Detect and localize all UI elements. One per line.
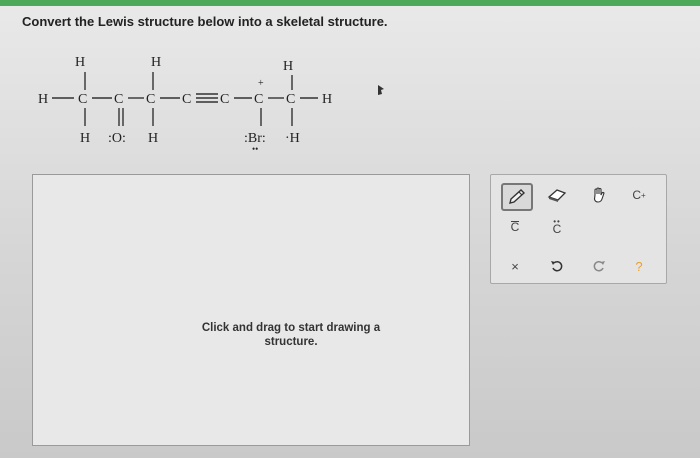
- hand-tool[interactable]: [585, 183, 613, 207]
- pencil-icon: [509, 189, 526, 204]
- top-accent-bar: [0, 0, 700, 6]
- atom-o: :O:: [108, 131, 126, 146]
- atom-h-top1: H: [75, 55, 85, 70]
- undo-icon: [551, 260, 563, 272]
- redo-tool[interactable]: [585, 255, 613, 277]
- charge-tool[interactable]: C +: [625, 183, 653, 207]
- atom-h-left: H: [38, 92, 48, 107]
- atom-h-bot3: ·H: [285, 131, 300, 146]
- br-lone-pair: ••: [252, 144, 258, 154]
- atom-h-right: H: [322, 92, 332, 107]
- canvas-hint: Click and drag to start drawing a struct…: [201, 322, 381, 348]
- drawing-canvas[interactable]: Click and drag to start drawing a struct…: [32, 174, 470, 446]
- undo-tool[interactable]: [543, 255, 571, 277]
- atom-c6: C: [254, 92, 263, 107]
- help-tool[interactable]: ?: [625, 255, 653, 277]
- clear-tool[interactable]: ×: [501, 255, 529, 277]
- eraser-icon: [547, 189, 567, 202]
- atom-c1: C: [78, 92, 87, 107]
- formal-charge-plus: +: [258, 78, 264, 89]
- clear-label: ×: [511, 258, 519, 274]
- tool-palette: C + C •• C × ?: [490, 174, 667, 284]
- atom-h-top2: H: [151, 55, 161, 70]
- lone-pair-dots: ••: [553, 217, 561, 226]
- atom-c4: C: [182, 92, 191, 107]
- atom-h-bot1: H: [80, 131, 90, 146]
- question-prompt: Convert the Lewis structure below into a…: [22, 14, 388, 29]
- atom-c7: C: [286, 92, 295, 107]
- cursor-icon: [378, 85, 384, 95]
- charge-sup: +: [641, 190, 646, 200]
- lewis-structure: H H H H C C C C C C + C H H :O: H :Br: •…: [38, 55, 332, 154]
- radical-label: C: [510, 220, 520, 234]
- atom-c3: C: [146, 92, 155, 107]
- eraser-tool[interactable]: [543, 183, 571, 207]
- atom-h-bot2: H: [148, 131, 158, 146]
- atom-c2: C: [114, 92, 123, 107]
- hand-icon: [593, 187, 605, 203]
- charge-label: C: [632, 188, 641, 202]
- lone-pair-tool[interactable]: •• C: [543, 215, 571, 239]
- radical-tool[interactable]: C: [501, 215, 529, 239]
- atom-h-top3: H: [283, 59, 293, 74]
- help-label: ?: [635, 258, 643, 274]
- atom-c5: C: [220, 92, 229, 107]
- pencil-tool[interactable]: [501, 183, 533, 211]
- redo-icon: [593, 260, 605, 272]
